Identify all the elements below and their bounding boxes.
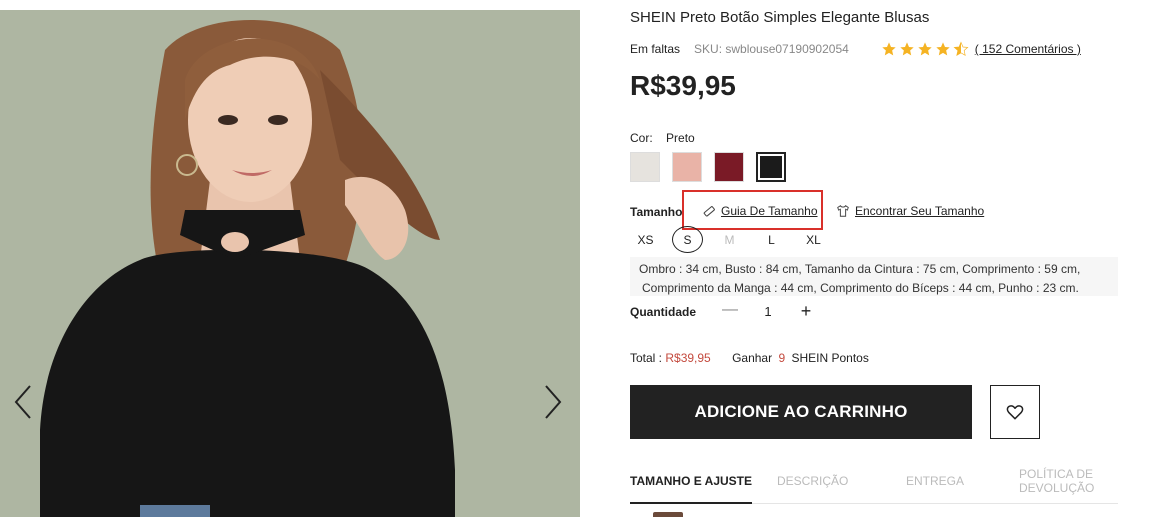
ruler-icon [703,206,715,217]
earn-label: Ganhar [732,351,773,365]
total-label: Total : [630,351,663,365]
size-measurements: Ombro : 34 cm, Busto : 84 cm, Tamanho da… [630,257,1118,296]
selected-color: Preto [666,131,695,145]
product-tabs: TAMANHO E AJUSTE DESCRIÇÃO ENTREGA POLÍT… [630,464,1118,504]
size-option-xl[interactable]: XL [798,226,829,253]
swatch-vinho[interactable] [714,152,744,182]
chevron-left-icon [14,385,31,419]
tab-return-policy[interactable]: POLÍTICA DE DEVOLUÇÃO [1019,467,1094,495]
size-option-l[interactable]: L [756,226,787,253]
quantity-label: Quantidade [630,305,697,319]
size-option-m[interactable]: M [714,226,745,253]
stock-status: Em faltas [630,42,681,56]
tab-return-policy-line-2: DEVOLUÇÃO [1019,481,1095,495]
color-row: Cor: Preto [630,131,695,145]
wishlist-button[interactable] [990,385,1040,439]
next-image-button[interactable] [538,382,568,422]
heart-icon [1006,405,1024,420]
sku-text: SKU: swblouse07190902054 [694,42,849,56]
size-option-s[interactable]: S [672,226,703,253]
tab-delivery[interactable]: ENTREGA [906,474,964,488]
chevron-right-icon [545,385,562,419]
reviews-link[interactable]: ( 152 Comentários ) [975,42,1081,56]
model-illustration [0,10,580,517]
size-label: Tamanho [630,205,683,219]
points-value: 9 [778,351,786,365]
swatch-branco[interactable] [630,152,660,182]
star-icon [936,42,950,56]
size-guide-link[interactable]: Guia De Tamanho [702,204,818,218]
content-thumbnail [653,512,683,517]
size-option-xs[interactable]: XS [630,226,661,253]
tab-return-policy-line-1: POLÍTICA DE [1019,467,1094,481]
star-icon [882,42,896,56]
star-half-icon [953,41,969,57]
add-to-cart-button[interactable]: ADICIONE AO CARRINHO [630,385,972,439]
color-label: Cor: [630,131,653,145]
product-image [0,10,580,517]
quantity-value[interactable]: 1 [759,304,777,319]
swatch-preto[interactable] [756,152,786,182]
tab-size-fit[interactable]: TAMANHO E AJUSTE [630,474,752,488]
active-tab-indicator [630,502,752,504]
find-size-label: Encontrar Seu Tamanho [855,204,985,218]
quantity-increase-button[interactable]: + [797,301,815,321]
swatch-rosa[interactable] [672,152,702,182]
product-meta: Em faltas SKU: swblouse07190902054 ( 152… [630,40,1081,58]
color-swatches [630,152,798,182]
product-price: R$39,95 [630,70,736,101]
rating-stars [881,41,971,57]
points-label: SHEIN Pontos [791,351,869,365]
star-icon [918,42,932,56]
shirt-icon [837,205,849,217]
total-amount: R$39,95 [665,351,711,365]
find-size-link[interactable]: Encontrar Seu Tamanho [836,204,984,218]
measurements-line-2: Comprimento da Manga : 44 cm, Compriment… [642,281,1079,295]
total-row: Total : R$39,95 Ganhar 9 SHEIN Pontos [630,351,869,365]
tab-description[interactable]: DESCRIÇÃO [777,474,848,488]
measurements-line-1: Ombro : 34 cm, Busto : 84 cm, Tamanho da… [639,262,1081,276]
previous-image-button[interactable] [8,382,38,422]
size-options: XS S M L XL [630,226,840,253]
size-guide-label: Guia De Tamanho [721,204,818,218]
star-icon [900,42,914,56]
product-title: SHEIN Preto Botão Simples Elegante Blusa… [630,9,930,26]
quantity-decrease-button[interactable]: — [721,301,739,321]
